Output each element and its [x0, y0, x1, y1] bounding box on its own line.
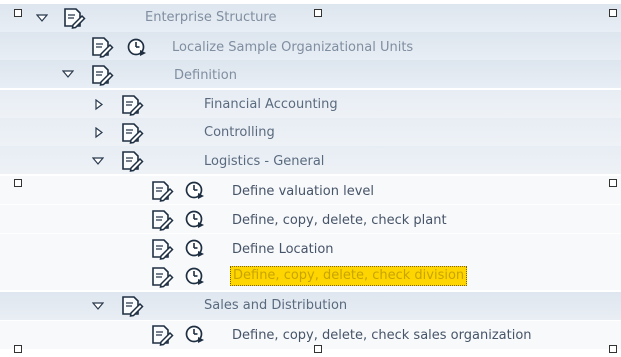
triangle-down-icon[interactable]	[92, 157, 104, 165]
logistics-general-label: Logistics - General	[204, 154, 325, 169]
enterprise-structure-label: Enterprise Structure	[145, 10, 277, 25]
tree-node-define-division[interactable]: Define, copy, delete, check division	[0, 262, 621, 290]
document-pencil-icon	[122, 151, 144, 172]
clock-execute-icon[interactable]	[185, 325, 205, 345]
define-valuation-level-label: Define valuation level	[232, 184, 374, 199]
tree-node-definition[interactable]: Definition	[0, 60, 621, 88]
document-pencil-icon	[92, 37, 114, 58]
resize-handle-top-right[interactable]	[609, 9, 617, 17]
resize-handle-middle-left[interactable]	[14, 179, 22, 187]
financial-accounting-label: Financial Accounting	[204, 97, 338, 112]
tree-node-define-sales-org[interactable]: Define, copy, delete, check sales organi…	[0, 321, 621, 349]
sales-distribution-label: Sales and Distribution	[204, 298, 348, 313]
tree-node-financial-accounting[interactable]: Financial Accounting	[0, 90, 621, 118]
document-pencil-icon	[64, 8, 86, 29]
document-pencil-icon	[152, 210, 174, 231]
triangle-right-icon[interactable]	[95, 99, 104, 111]
document-pencil-icon	[152, 181, 174, 202]
clock-execute-icon[interactable]	[185, 210, 205, 230]
tree-node-define-plant[interactable]: Define, copy, delete, check plant	[0, 205, 621, 233]
document-pencil-icon	[152, 267, 174, 288]
resize-handle-middle-right[interactable]	[609, 179, 617, 187]
triangle-down-icon[interactable]	[62, 70, 74, 78]
definition-label: Definition	[174, 68, 237, 83]
define-plant-label: Define, copy, delete, check plant	[232, 213, 447, 228]
clock-execute-icon[interactable]	[185, 239, 205, 259]
localize-sample-label: Localize Sample Organizational Units	[172, 40, 414, 55]
clock-execute-icon[interactable]	[185, 181, 205, 201]
triangle-right-icon[interactable]	[95, 127, 104, 139]
document-pencil-icon	[122, 296, 144, 317]
controlling-label: Controlling	[204, 125, 275, 140]
tree-node-define-location[interactable]: Define Location	[0, 234, 621, 262]
triangle-down-icon[interactable]	[92, 302, 104, 310]
clock-execute-icon[interactable]	[127, 38, 147, 58]
resize-handle-top-center[interactable]	[314, 9, 322, 17]
tree-node-localize-sample[interactable]: Localize Sample Organizational Units	[0, 32, 621, 60]
define-division-label-selected[interactable]: Define, copy, delete, check division	[230, 266, 468, 286]
resize-handle-top-left[interactable]	[14, 9, 22, 17]
resize-handle-bottom-center[interactable]	[314, 345, 322, 353]
tree-node-controlling[interactable]: Controlling	[0, 118, 621, 146]
resize-handle-bottom-left[interactable]	[14, 345, 22, 353]
document-pencil-icon	[92, 65, 114, 86]
tree-node-define-valuation-level[interactable]: Define valuation level	[0, 176, 621, 204]
document-pencil-icon	[152, 325, 174, 346]
tree-node-enterprise-structure[interactable]: Enterprise Structure	[0, 4, 621, 32]
define-location-label: Define Location	[232, 242, 334, 257]
define-sales-org-label: Define, copy, delete, check sales organi…	[232, 328, 532, 343]
document-pencil-icon	[122, 123, 144, 144]
document-pencil-icon	[122, 95, 144, 116]
document-pencil-icon	[152, 239, 174, 260]
clock-execute-icon[interactable]	[185, 267, 205, 287]
triangle-down-icon[interactable]	[36, 14, 48, 22]
tree-node-sales-distribution[interactable]: Sales and Distribution	[0, 292, 621, 320]
resize-handle-bottom-right[interactable]	[609, 345, 617, 353]
tree-node-logistics-general[interactable]: Logistics - General	[0, 146, 621, 174]
customizing-tree: Enterprise Structure Localize Sample Org…	[0, 0, 621, 357]
